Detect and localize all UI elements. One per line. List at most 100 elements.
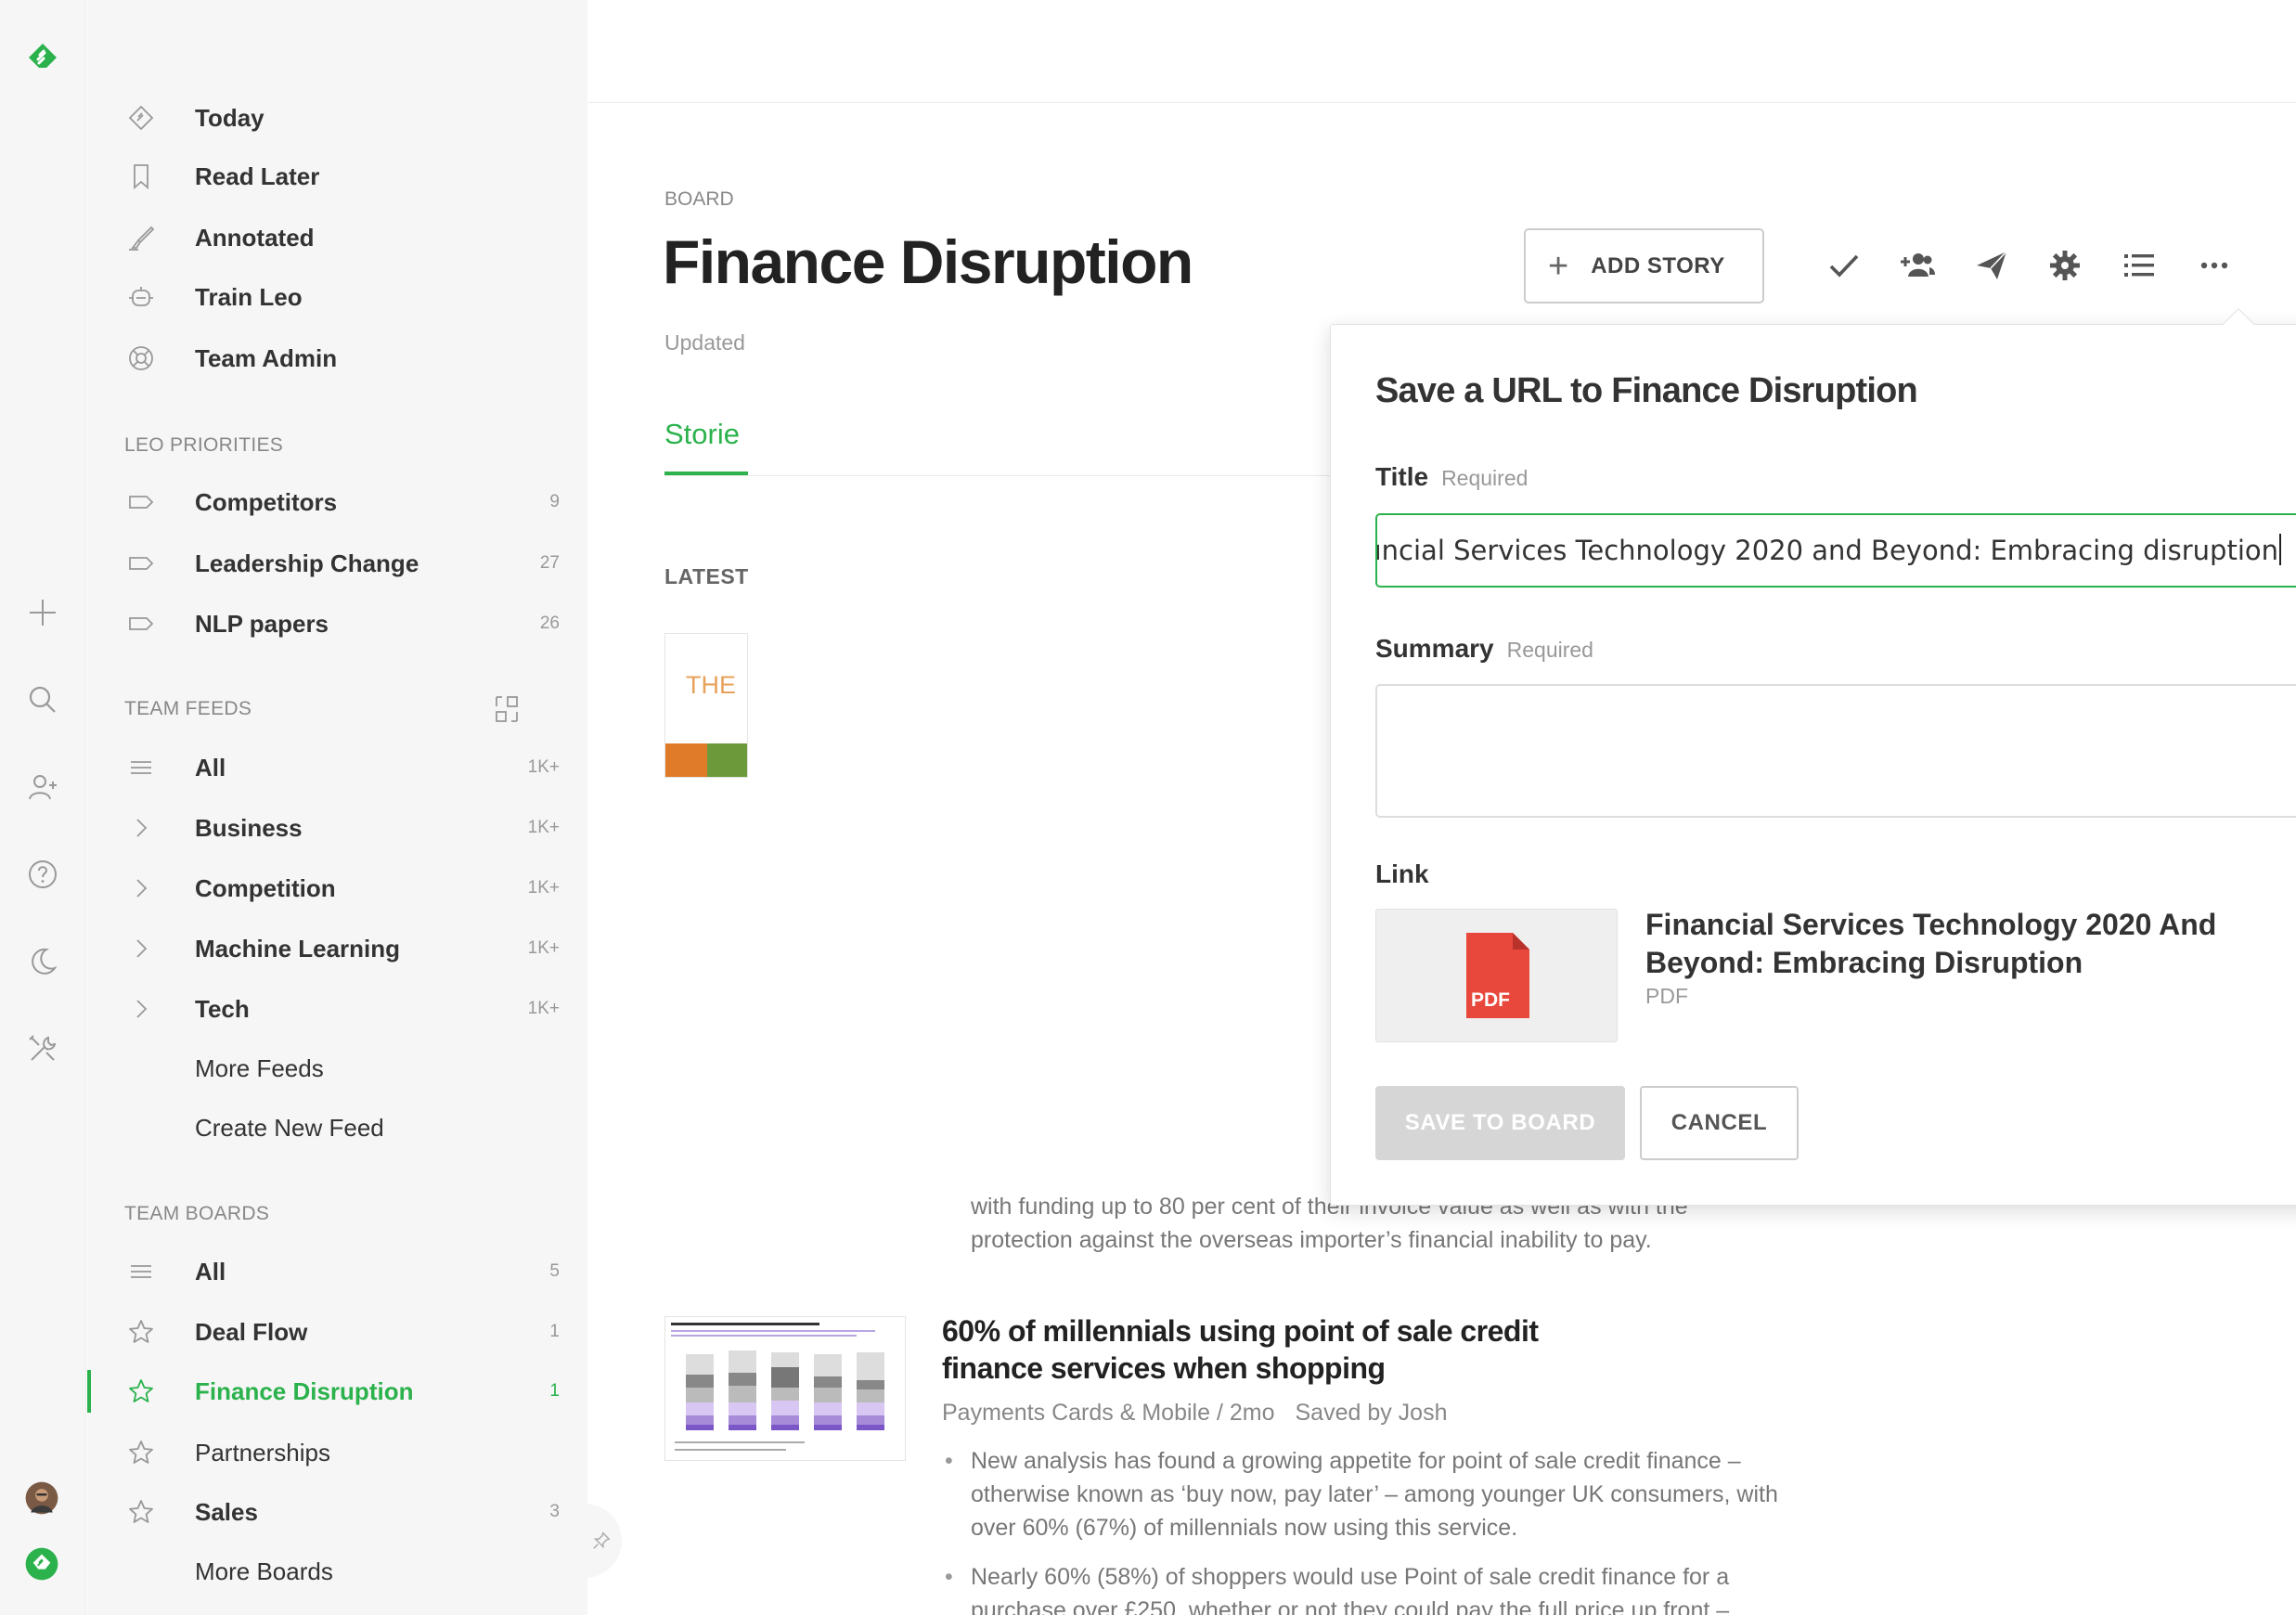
star-icon (126, 1376, 156, 1406)
sidebar-item-label: Machine Learning (195, 934, 401, 963)
create-new-feed-link[interactable]: Create New Feed (87, 1103, 587, 1153)
sidebar-item-label: NLP papers (195, 609, 329, 638)
page-title: Finance Disruption (663, 227, 1193, 296)
sidebar-item-annotated[interactable]: Annotated (87, 213, 587, 263)
sidebar-item-nlp-papers[interactable]: NLP papers 26 (87, 599, 587, 649)
feedly-logo-icon[interactable] (20, 35, 65, 80)
board-eyebrow: BOARD (664, 188, 734, 210)
tag-icon (126, 487, 156, 517)
sidebar-item-sales[interactable]: Sales 3 (87, 1487, 587, 1537)
sidebar-item-read-later[interactable]: Read Later (87, 151, 587, 201)
summary-input[interactable] (1375, 684, 2296, 818)
add-people-icon (1901, 253, 1935, 277)
sidebar-item-partnerships[interactable]: Partnerships (87, 1428, 587, 1478)
popover-title: Save a URL to Finance Disruption (1375, 371, 1918, 410)
item-count: 1K+ (527, 757, 560, 777)
chevron-right-icon[interactable] (126, 873, 156, 903)
sidebar-item-label: More Feeds (195, 1053, 324, 1082)
title-input[interactable]: ıncial Services Technology 2020 and Beyo… (1375, 513, 2296, 588)
sidebar-item-label: All (195, 753, 226, 782)
sidebar-item-label: Annotated (195, 223, 315, 252)
title-field-label: Title Required (1375, 462, 1528, 492)
article-meta: Payments Cards & Mobile / 2mo Saved by Jo… (942, 1400, 1467, 1427)
sidebar-item-label: Competition (195, 873, 336, 902)
sidebar-item-label: Sales (195, 1497, 258, 1526)
list-view-button[interactable] (2113, 239, 2165, 291)
feedly-team-icon[interactable] (15, 1537, 69, 1591)
search-icon[interactable] (20, 678, 65, 722)
sidebar-item-leadership-change[interactable]: Leadership Change 27 (87, 538, 587, 588)
sidebar-item-label: Train Leo (195, 282, 303, 311)
text-cursor (2279, 534, 2281, 565)
night-mode-icon[interactable] (20, 939, 65, 984)
avatar[interactable] (15, 1471, 69, 1525)
add-story-button[interactable]: + ADD STORY (1524, 228, 1764, 304)
sidebar-item-competition[interactable]: Competition 1K+ (87, 863, 587, 913)
save-to-board-button[interactable]: SAVE TO BOARD (1375, 1086, 1625, 1160)
chevron-right-icon[interactable] (126, 934, 156, 963)
article-source[interactable]: Payments Cards & Mobile / 2mo (942, 1400, 1274, 1426)
item-count: 5 (549, 1261, 560, 1281)
section-title-team-feeds: TEAM FEEDS (124, 698, 252, 719)
star-icon (126, 1438, 156, 1467)
send-icon (1977, 251, 2007, 279)
title-label: Title (1375, 462, 1429, 491)
sidebar-item-tech[interactable]: Tech 1K+ (87, 984, 587, 1034)
organize-feeds-icon[interactable] (492, 694, 522, 724)
add-user-icon[interactable] (20, 765, 65, 809)
sidebar-item-label: Deal Flow (195, 1317, 308, 1346)
item-count: 1 (549, 1381, 560, 1401)
sidebar-item-deal-flow[interactable]: Deal Flow 1 (87, 1307, 587, 1357)
article-thumbnail-chart[interactable] (664, 1316, 906, 1461)
sidebar-item-label: Leadership Change (195, 549, 419, 577)
tab-stories[interactable]: Storie (664, 418, 740, 451)
help-icon[interactable] (20, 852, 65, 897)
sidebar-item-today[interactable]: Today (87, 93, 587, 143)
link-type: PDF (1645, 984, 1688, 1008)
title-input-value: ıncial Services Technology 2020 and Beyo… (1377, 534, 2281, 566)
article-thumbnail[interactable]: THE (664, 633, 748, 778)
top-bar (588, 0, 2296, 103)
check-icon (1829, 254, 1859, 278)
item-count: 1K+ (527, 818, 560, 837)
send-button[interactable] (1966, 239, 2018, 291)
popover-arrow (2223, 308, 2254, 340)
sidebar-item-boards-all[interactable]: All 5 (87, 1247, 587, 1297)
sidebar-item-finance-disruption[interactable]: Finance Disruption 1 (87, 1366, 587, 1416)
more-boards-link[interactable]: More Boards (87, 1546, 587, 1596)
sidebar-item-competitors[interactable]: Competitors 9 (87, 477, 587, 527)
tools-icon[interactable] (20, 1027, 65, 1071)
add-icon[interactable] (20, 590, 65, 635)
add-story-label: ADD STORY (1591, 252, 1725, 278)
article-title[interactable]: 60% of millennials using point of sale c… (942, 1312, 1592, 1387)
required-hint: Required (1441, 466, 1529, 490)
star-icon (126, 1317, 156, 1347)
sidebar-item-business[interactable]: Business 1K+ (87, 803, 587, 853)
pdf-badge: PDF (1471, 989, 1510, 1011)
sidebar-item-team-admin[interactable]: Team Admin (87, 333, 587, 383)
cancel-button[interactable]: CANCEL (1640, 1086, 1799, 1160)
tag-icon (126, 609, 156, 639)
sidebar-item-train-leo[interactable]: Train Leo (87, 272, 587, 322)
mark-as-read-button[interactable] (1818, 239, 1870, 291)
chevron-right-icon[interactable] (126, 994, 156, 1024)
article-bullet: Nearly 60% (58%) of shoppers would use P… (945, 1560, 1787, 1615)
more-feeds-link[interactable]: More Feeds (87, 1043, 587, 1093)
share-with-team-button[interactable] (1891, 239, 1943, 291)
sidebar-item-label: Create New Feed (195, 1113, 384, 1142)
sidebar-item-machine-learning[interactable]: Machine Learning 1K+ (87, 924, 587, 974)
item-count: 26 (539, 614, 560, 633)
chevron-right-icon[interactable] (126, 813, 156, 843)
sidebar-item-feeds-all[interactable]: All 1K+ (87, 743, 587, 793)
required-hint: Required (1506, 638, 1593, 662)
settings-button[interactable] (2039, 239, 2091, 291)
article-summary-line: protection against the overseas importer… (971, 1227, 1652, 1253)
sort-latest[interactable]: LATEST (664, 564, 749, 589)
star-icon (126, 1497, 156, 1527)
more-options-button[interactable] (2188, 239, 2240, 291)
sidebar-item-label: Partnerships (195, 1438, 330, 1466)
article-saved-by: Saved by Josh (1295, 1400, 1448, 1426)
list-icon (126, 1257, 156, 1286)
item-count: 1K+ (527, 938, 560, 958)
highlighter-icon (126, 223, 156, 252)
